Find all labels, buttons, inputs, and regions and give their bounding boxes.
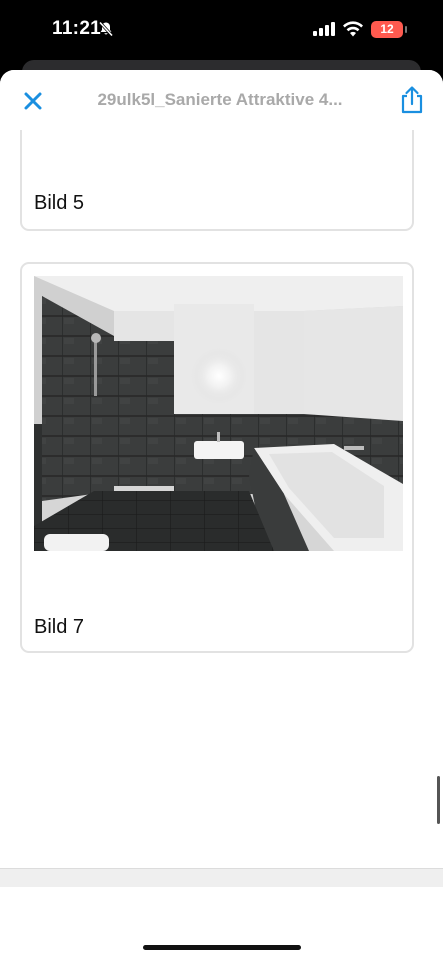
wifi-icon	[342, 20, 364, 42]
page-card[interactable]: Bild 5	[20, 120, 414, 231]
signal-icon	[313, 22, 337, 41]
page-label: Bild 7	[34, 616, 85, 638]
bathroom-photo	[34, 276, 403, 551]
toolbar-divider	[0, 868, 443, 887]
bell-slash-icon	[98, 21, 114, 42]
document-title: 29ulk5l_Sanierte Attraktive 4...	[97, 90, 343, 109]
status-bar: 11:21 12	[0, 0, 443, 62]
page-list[interactable]: Bild 5 Bild 7	[0, 70, 443, 870]
page-card[interactable]: Bild 7	[20, 262, 414, 653]
share-icon[interactable]	[398, 85, 426, 115]
home-indicator[interactable]	[143, 945, 301, 950]
close-icon[interactable]	[20, 88, 46, 114]
viewer-header: 29ulk5l_Sanierte Attraktive 4...	[0, 70, 443, 130]
document-sheet: Bild 5 Bild 7 29ulk5l_Sanierte Attraktiv…	[0, 70, 443, 960]
status-time: 11:21	[52, 18, 102, 39]
page-label: Bild 5	[34, 192, 85, 214]
scrollbar[interactable]	[437, 776, 440, 824]
battery-tip	[405, 26, 407, 33]
battery-icon: 12	[371, 21, 403, 38]
